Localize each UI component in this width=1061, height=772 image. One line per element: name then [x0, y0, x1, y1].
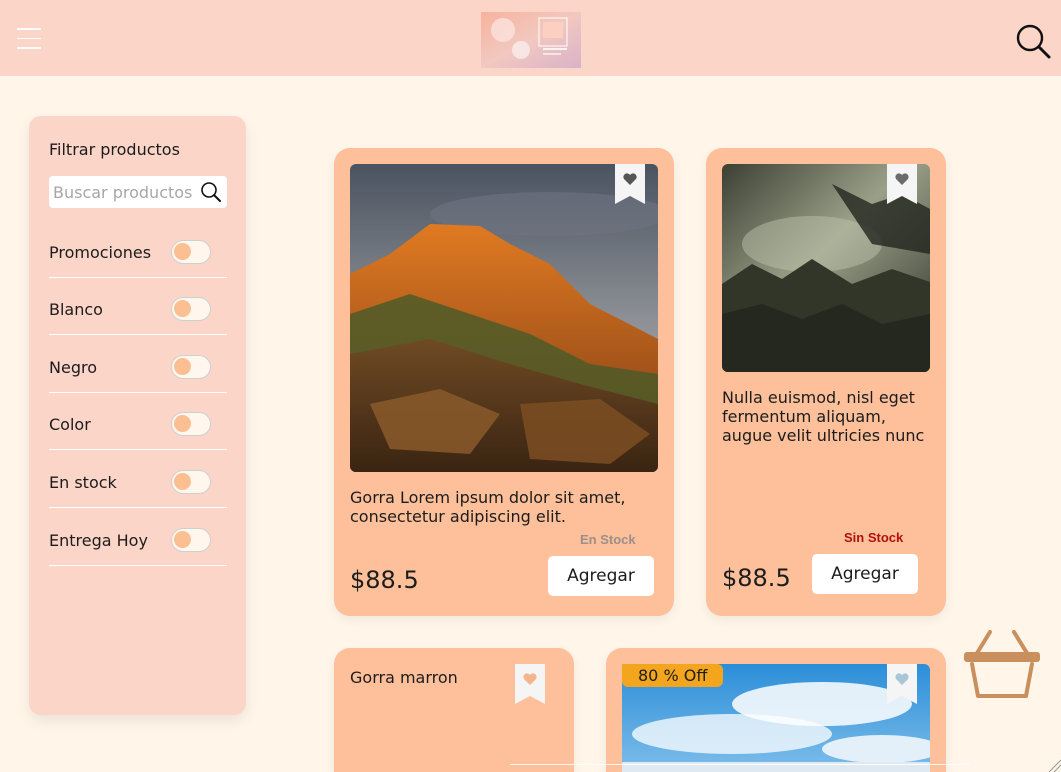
product-card: Gorra marron — [334, 648, 574, 772]
blanco-toggle[interactable] — [171, 297, 211, 321]
search-icon[interactable] — [1014, 22, 1052, 60]
product-description: Nulla euismod, nisl eget fermentum aliqu… — [722, 388, 925, 445]
filter-blanco: Blanco — [49, 291, 227, 335]
stock-status: En Stock — [580, 532, 636, 547]
filter-label: Negro — [49, 358, 97, 377]
product-card: 80 % Off — [606, 648, 946, 772]
filter-negro: Negro — [49, 349, 227, 393]
entrega-hoy-toggle[interactable] — [171, 528, 211, 552]
color-toggle[interactable] — [171, 412, 211, 436]
filter-label: Color — [49, 415, 91, 434]
resize-grip-icon[interactable] — [1047, 758, 1061, 772]
promociones-toggle[interactable] — [171, 240, 211, 264]
brand-logo[interactable] — [481, 12, 581, 68]
filter-sidebar: Filtrar productos Promociones Blanco Neg… — [29, 116, 246, 715]
filter-label: Blanco — [49, 300, 103, 319]
filter-promociones: Promociones — [49, 234, 227, 278]
product-image[interactable] — [350, 164, 658, 472]
favorite-bookmark-icon[interactable] — [887, 164, 917, 204]
add-to-cart-button[interactable]: Agregar — [812, 554, 918, 594]
negro-toggle[interactable] — [171, 355, 211, 379]
product-search-input[interactable] — [53, 176, 198, 208]
product-price: $88.5 — [722, 564, 791, 592]
stock-status: Sin Stock — [844, 530, 904, 545]
en-stock-toggle[interactable] — [171, 470, 211, 494]
product-card: Nulla euismod, nisl eget fermentum aliqu… — [706, 148, 946, 616]
favorite-bookmark-icon[interactable] — [515, 664, 545, 704]
sidebar-title: Filtrar productos — [49, 140, 180, 159]
divider — [510, 764, 970, 765]
add-to-cart-button[interactable]: Agregar — [548, 556, 654, 596]
favorite-bookmark-icon[interactable] — [887, 664, 917, 704]
filter-en-stock: En stock — [49, 464, 227, 508]
product-search-box[interactable] — [49, 176, 227, 208]
filter-entrega-hoy: Entrega Hoy — [49, 522, 227, 566]
favorite-bookmark-icon[interactable] — [615, 164, 645, 204]
filter-color: Color — [49, 406, 227, 450]
product-description: Gorra Lorem ipsum dolor sit amet, consec… — [350, 488, 626, 526]
product-card: Gorra Lorem ipsum dolor sit amet, consec… — [334, 148, 674, 616]
product-description: Gorra marron — [350, 668, 458, 687]
filter-label: Entrega Hoy — [49, 531, 148, 550]
hamburger-icon[interactable] — [17, 28, 41, 50]
filter-label: En stock — [49, 473, 117, 492]
filter-label: Promociones — [49, 243, 152, 262]
top-header — [0, 0, 1061, 76]
product-price: $88.5 — [350, 566, 419, 594]
discount-badge: 80 % Off — [622, 664, 724, 687]
search-icon[interactable] — [200, 181, 222, 203]
shopping-basket-icon[interactable] — [962, 628, 1042, 702]
